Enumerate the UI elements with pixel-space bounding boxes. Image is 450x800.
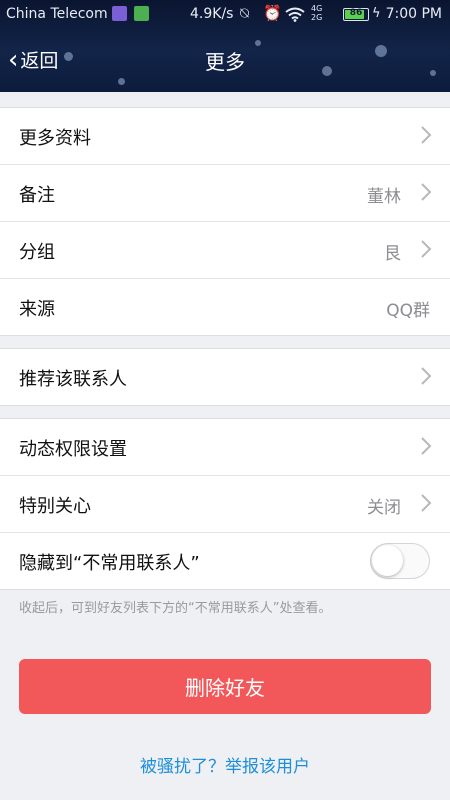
carrier-label: China Telecom [6, 6, 108, 22]
chevron-right-icon [421, 437, 432, 455]
row-remark[interactable]: 备注 董林 [0, 165, 450, 222]
source-value: QQ群 [386, 301, 430, 321]
row-recommend-contact[interactable]: 推荐该联系人 [0, 349, 450, 405]
status-bar: China Telecom 4.9K/s ⍉ ⏰ 4G 2G 86 ϟ 7:00… [0, 0, 450, 30]
info-group: 更多资料 备注 董林 分组 艮 来源 QQ群 [0, 107, 450, 336]
page-title: 更多 [205, 50, 245, 74]
chevron-right-icon [421, 183, 432, 201]
notification-app-icon [112, 6, 127, 21]
charging-icon: ϟ [372, 6, 381, 21]
special-care-value: 关闭 [367, 498, 401, 518]
row-special-care[interactable]: 特别关心 关闭 [0, 476, 450, 533]
vibrate-off-icon: ⍉ [240, 4, 250, 22]
chevron-right-icon [421, 126, 432, 144]
chevron-right-icon [421, 367, 432, 385]
clock: 7:00 PM [385, 6, 442, 22]
group-value: 艮 [384, 244, 401, 264]
row-hide-contact: 隐藏到“不常用联系人” [0, 533, 450, 589]
delete-friend-button[interactable]: 删除好友 [19, 659, 431, 714]
report-user-link[interactable]: 被骚扰了？举报该用户 [0, 752, 450, 777]
remark-value: 董林 [367, 187, 401, 207]
notification-app-icon [134, 6, 149, 21]
hint-text: 收起后，可到好友列表下方的“不常用联系人”处查看。 [19, 601, 332, 616]
recommend-group: 推荐该联系人 [0, 348, 450, 406]
row-feed-permissions[interactable]: 动态权限设置 [0, 419, 450, 476]
row-source: 来源 QQ群 [0, 279, 450, 335]
toggle-knob [372, 545, 403, 576]
nav-bar: ‹ 返回 更多 [0, 38, 450, 84]
network-speed: 4.9K/s [190, 6, 234, 22]
row-group[interactable]: 分组 艮 [0, 222, 450, 279]
row-more-info[interactable]: 更多资料 [0, 108, 450, 165]
wifi-icon [285, 7, 305, 22]
alarm-icon: ⏰ [263, 4, 282, 22]
battery-icon: 86 [343, 8, 369, 21]
header: China Telecom 4.9K/s ⍉ ⏰ 4G 2G 86 ϟ 7:00… [0, 0, 450, 92]
hide-contact-toggle[interactable] [370, 543, 430, 579]
chevron-right-icon [421, 494, 432, 512]
settings-group: 动态权限设置 特别关心 关闭 隐藏到“不常用联系人” [0, 418, 450, 590]
chevron-right-icon [421, 240, 432, 258]
network-type: 4G 2G [311, 4, 323, 22]
